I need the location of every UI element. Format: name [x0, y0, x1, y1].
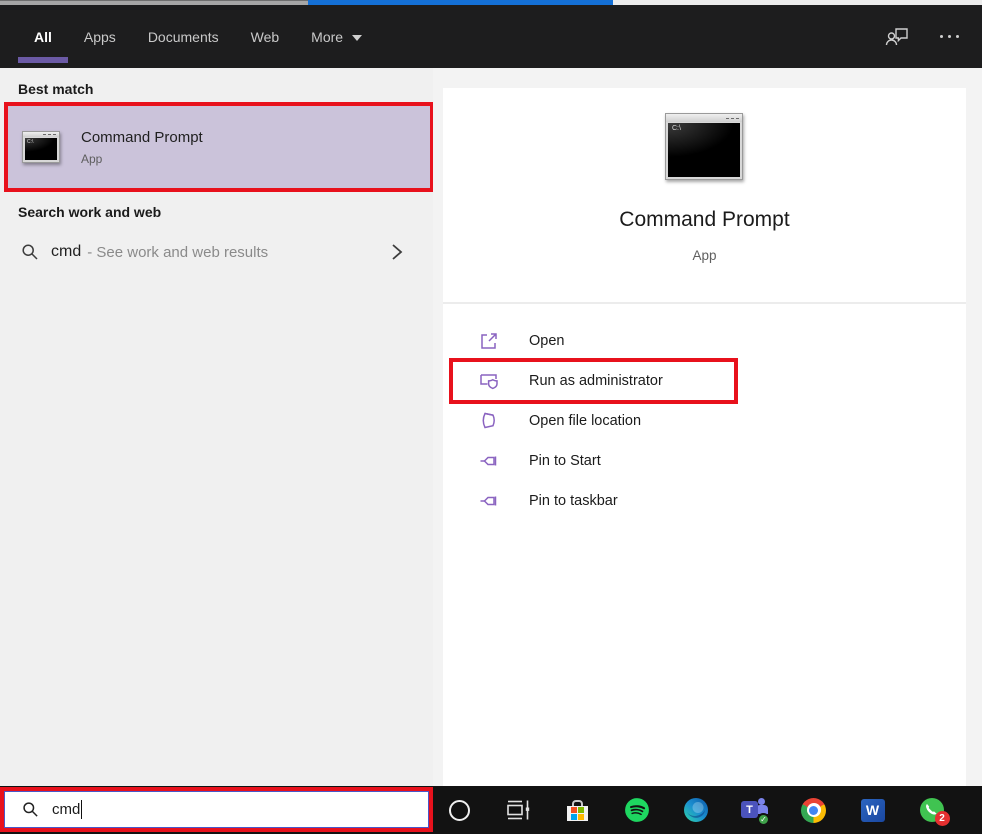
action-pin-to-taskbar[interactable]: Pin to taskbar	[443, 481, 966, 521]
search-icon	[21, 243, 39, 261]
task-view-icon[interactable]	[489, 786, 548, 834]
best-match-header: Best match	[18, 81, 93, 97]
tab-web[interactable]: Web	[235, 5, 296, 68]
cmd-prompt-text: C:\	[672, 125, 681, 132]
action-open-file-location-label: Open file location	[529, 413, 641, 429]
taskbar-icons: T ✓ W 2	[430, 786, 961, 834]
cmd-prompt-text: C:\	[27, 139, 33, 145]
action-pin-to-start-label: Pin to Start	[529, 453, 601, 469]
header-actions	[884, 5, 962, 68]
cortana-icon[interactable]	[430, 786, 489, 834]
taskbar-search-box[interactable]: cmd	[0, 787, 433, 832]
results-panel: Best match C:\ Command Prompt App Search…	[0, 68, 433, 786]
action-open-file-location[interactable]: Open file location	[443, 401, 966, 441]
tab-web-label: Web	[251, 29, 280, 45]
action-list: Open Run as administrator Open file loca…	[443, 321, 966, 521]
chevron-down-icon	[352, 35, 362, 41]
run-as-admin-icon	[479, 371, 499, 391]
preview-card: C:\ Command Prompt App Open Run as a	[443, 88, 966, 786]
web-suggestion-hint: - See work and web results	[87, 244, 268, 261]
open-icon	[479, 331, 499, 351]
search-header: All Apps Documents Web More	[0, 5, 982, 68]
action-pin-to-start[interactable]: Pin to Start	[443, 441, 966, 481]
whatsapp-icon[interactable]: 2	[902, 786, 961, 834]
tab-all[interactable]: All	[18, 5, 68, 68]
chevron-right-icon[interactable]	[390, 242, 404, 262]
preview-panel: C:\ Command Prompt App Open Run as a	[433, 68, 982, 786]
edge-icon[interactable]	[666, 786, 725, 834]
chrome-icon[interactable]	[784, 786, 843, 834]
tab-all-label: All	[34, 29, 52, 45]
divider	[443, 302, 966, 304]
search-icon	[22, 801, 39, 818]
best-match-subtitle: App	[81, 152, 203, 166]
text-caret	[81, 800, 82, 819]
command-prompt-icon: C:\	[22, 131, 60, 163]
best-match-title: Command Prompt	[81, 129, 203, 146]
tab-documents-label: Documents	[148, 29, 219, 45]
more-options-icon[interactable]	[936, 25, 962, 49]
search-filter-tabs: All Apps Documents Web More	[18, 5, 378, 68]
teams-status-check: ✓	[757, 813, 770, 826]
command-prompt-icon: C:\	[665, 113, 743, 180]
search-input[interactable]: cmd	[4, 791, 429, 828]
windows-search-flyout: All Apps Documents Web More Best match	[0, 0, 982, 834]
tab-apps-label: Apps	[84, 29, 116, 45]
tab-apps[interactable]: Apps	[68, 5, 132, 68]
search-input-value: cmd	[52, 801, 80, 818]
tab-documents[interactable]: Documents	[132, 5, 235, 68]
teams-icon[interactable]: T ✓	[725, 786, 784, 834]
taskbar: cmd	[0, 786, 982, 834]
teams-letter: T	[746, 804, 753, 816]
spotify-icon[interactable]	[607, 786, 666, 834]
preview-app-subtitle: App	[443, 248, 966, 263]
feedback-icon[interactable]	[884, 25, 910, 49]
tab-more[interactable]: More	[295, 5, 378, 68]
word-icon[interactable]: W	[843, 786, 902, 834]
action-open-label: Open	[529, 333, 564, 349]
action-run-as-administrator-label: Run as administrator	[529, 373, 663, 389]
open-file-location-icon	[479, 411, 499, 431]
pin-icon	[479, 451, 499, 471]
best-match-texts: Command Prompt App	[81, 129, 203, 166]
best-match-result-command-prompt[interactable]: C:\ Command Prompt App	[4, 102, 434, 192]
web-suggestion-row[interactable]: cmd - See work and web results	[0, 230, 433, 274]
pin-icon	[479, 491, 499, 511]
web-section-header: Search work and web	[18, 204, 161, 220]
whatsapp-notification-badge: 2	[935, 811, 950, 826]
action-open[interactable]: Open	[443, 321, 966, 361]
microsoft-store-icon[interactable]	[548, 786, 607, 834]
preview-app-title: Command Prompt	[443, 208, 966, 232]
action-run-as-administrator[interactable]: Run as administrator	[443, 361, 966, 401]
web-suggestion-query: cmd	[51, 243, 81, 261]
word-letter: W	[866, 802, 879, 818]
tab-more-label: More	[311, 29, 343, 45]
action-pin-to-taskbar-label: Pin to taskbar	[529, 493, 618, 509]
